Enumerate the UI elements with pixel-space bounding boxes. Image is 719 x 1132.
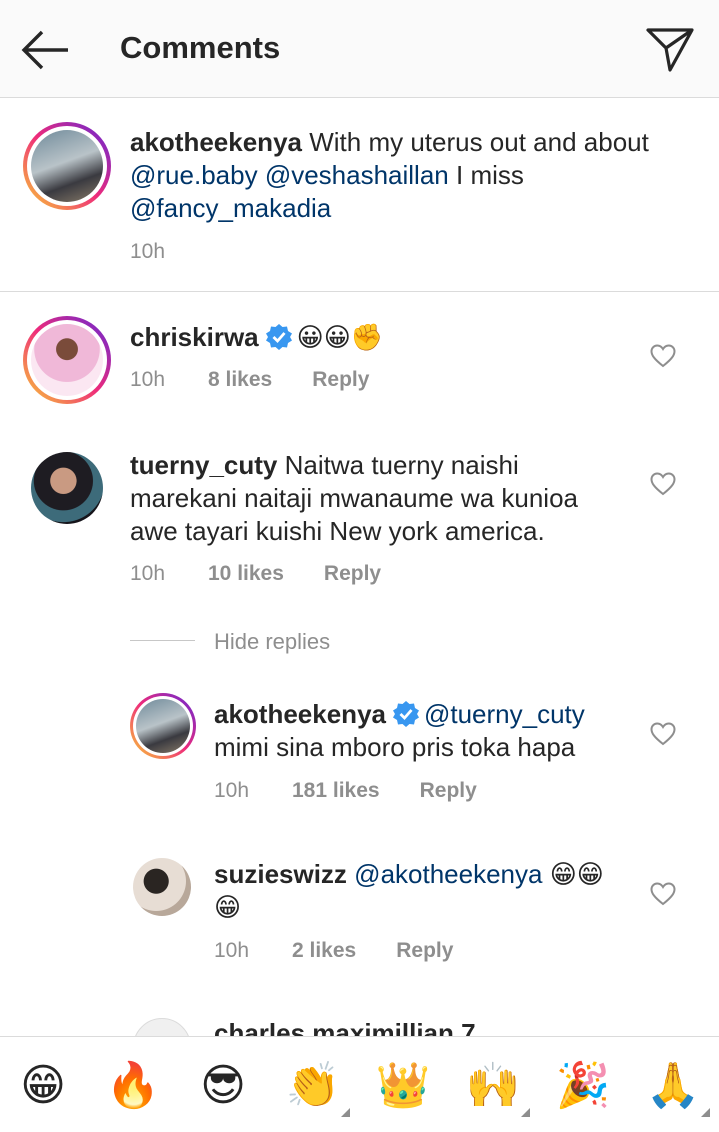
more-variants-icon [701, 1108, 710, 1117]
more-variants-icon [521, 1108, 530, 1117]
emoji-clap-button[interactable]: 👏 [284, 1059, 350, 1117]
emoji-grin-button[interactable]: 😁 [14, 1059, 72, 1113]
reply-button[interactable]: Reply [396, 939, 453, 963]
verified-badge-icon [265, 324, 292, 350]
likes-count[interactable]: 2 likes [292, 939, 356, 963]
hide-replies-divider [130, 640, 195, 641]
mention-link[interactable]: @rue.baby [130, 160, 258, 190]
comment-username[interactable]: chriskirwa [130, 322, 259, 352]
timestamp: 10h [214, 939, 250, 962]
reply-username[interactable]: akotheekenya [214, 699, 386, 729]
top-bar: Comments [0, 0, 719, 98]
timestamp: 10h [130, 368, 166, 391]
caption-username[interactable]: akotheekenya [130, 127, 302, 157]
reply-meta: 10h 181 likes Reply [214, 779, 477, 803]
hide-replies-button[interactable]: Hide replies [214, 629, 330, 655]
comment-meta: 10h 8 likes Reply [130, 368, 369, 392]
like-heart-icon[interactable] [650, 344, 676, 368]
like-heart-icon[interactable] [650, 882, 676, 906]
timestamp: 10h [130, 562, 166, 585]
reply-text: akotheekenya @tuerny_cuty mimi sina mboro… [214, 699, 585, 762]
reply-button[interactable]: Reply [420, 779, 477, 803]
mention-link[interactable]: @fancy_makadia [130, 193, 331, 223]
likes-count[interactable]: 8 likes [208, 368, 272, 392]
likes-count[interactable]: 10 likes [208, 562, 284, 586]
comment-meta: 10h 10 likes Reply [130, 562, 381, 586]
reply-button[interactable]: Reply [324, 562, 381, 586]
avatar[interactable] [133, 858, 191, 916]
emoji-quick-bar: 😁 🔥 😎 👏 👑 🙌 🎉 🙏 [0, 1036, 719, 1132]
verified-badge-icon [392, 701, 419, 727]
send-icon [646, 28, 694, 72]
avatar[interactable] [130, 693, 196, 759]
back-button[interactable] [20, 28, 72, 72]
emoji-fire-button[interactable]: 🔥 [104, 1059, 162, 1113]
timestamp: 10h [214, 779, 250, 802]
reply-text: suzieswizz @akotheekenya 😁😁😁 [214, 859, 604, 922]
like-heart-icon[interactable] [650, 722, 676, 746]
reply-button[interactable]: Reply [312, 368, 369, 392]
avatar[interactable] [23, 316, 111, 404]
caption-text: akotheekenya With my uterus out and abou… [130, 127, 649, 223]
caption-meta: 10h [130, 240, 165, 264]
mention-link[interactable]: @veshashaillan [265, 160, 449, 190]
mention-link[interactable]: @tuerny_cuty [424, 699, 585, 729]
emoji-party-button[interactable]: 🎉 [554, 1059, 612, 1113]
comment-text: tuerny_cuty Naitwa tuerny naishi marekan… [130, 450, 579, 546]
comment-username[interactable]: tuerny_cuty [130, 450, 277, 480]
avatar[interactable] [23, 122, 111, 210]
emoji-sunglasses-button[interactable]: 😎 [194, 1059, 252, 1113]
likes-count[interactable]: 181 likes [292, 779, 380, 803]
reply-meta: 10h 2 likes Reply [214, 939, 453, 963]
emoji-pray-button[interactable]: 🙏 [644, 1059, 710, 1117]
page-title: Comments [120, 30, 281, 65]
comment-text: chriskirwa 😀😀✊ [130, 322, 384, 352]
emoji-crown-button[interactable]: 👑 [374, 1059, 432, 1113]
like-heart-icon[interactable] [650, 472, 676, 496]
more-variants-icon [341, 1108, 350, 1117]
back-arrow-icon [21, 30, 68, 70]
mention-link[interactable]: @akotheekenya [354, 859, 542, 889]
send-button[interactable] [644, 26, 696, 74]
avatar[interactable] [31, 452, 103, 524]
emoji-raised-hands-button[interactable]: 🙌 [464, 1059, 530, 1117]
timestamp: 10h [130, 240, 166, 263]
post-caption: akotheekenya With my uterus out and abou… [0, 99, 719, 292]
reply-username[interactable]: suzieswizz [214, 859, 347, 889]
